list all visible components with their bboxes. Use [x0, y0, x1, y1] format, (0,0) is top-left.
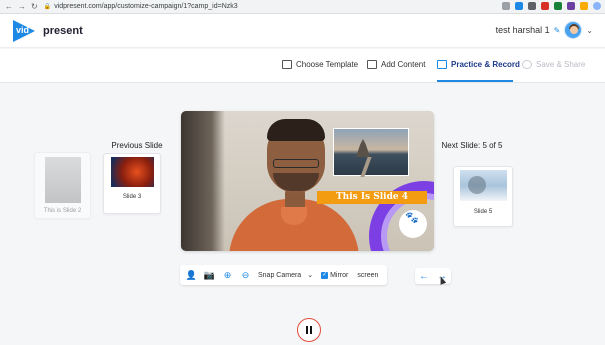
check-icon: ✓	[321, 271, 329, 279]
forward-icon[interactable]: →	[18, 2, 26, 11]
logo-word: present	[43, 25, 83, 37]
pause-recording-button[interactable]	[297, 318, 321, 342]
step-save-share: Save & Share	[522, 60, 585, 69]
camera-select[interactable]: Snap Camera ⌄	[258, 271, 314, 280]
slide-title-banner: This Is Slide 4	[317, 191, 427, 204]
extensions-area	[502, 2, 601, 10]
extension-icon[interactable]	[502, 2, 510, 10]
share-icon	[522, 60, 532, 69]
user-menu[interactable]: test harshal 1 ✎ ⌄	[496, 21, 593, 39]
edit-pencil-icon[interactable]: ✎	[554, 26, 561, 35]
user-icon[interactable]: 👤	[185, 270, 198, 281]
extension-icon[interactable]	[580, 2, 588, 10]
lock-icon: 🔒	[43, 4, 52, 10]
previous-slide-arrow-icon[interactable]: ←	[419, 271, 429, 282]
address-bar[interactable]: 🔒 vidpresent.com/app/customize-campaign/…	[44, 3, 238, 10]
extension-icon[interactable]	[567, 2, 575, 10]
browser-nav: ← → ↻	[0, 2, 38, 11]
slide-2-image	[45, 157, 81, 203]
slide-2-thumb[interactable]: This is Slide 2	[34, 152, 91, 219]
camera-icon[interactable]: 📷	[203, 270, 216, 281]
browser-bar: ← → ↻ 🔒 vidpresent.com/app/customize-cam…	[0, 0, 605, 14]
zoom-in-icon[interactable]: ⊕	[221, 270, 234, 281]
logo-mark: vid	[13, 20, 41, 42]
chat-icon	[437, 60, 447, 69]
extension-icon[interactable]	[515, 2, 523, 10]
url-text: vidpresent.com/app/customize-campaign/1?…	[54, 3, 238, 10]
slide-3-image	[111, 157, 154, 187]
template-icon	[282, 60, 292, 69]
step-choose-template[interactable]: Choose Template	[282, 60, 358, 69]
zoom-out-icon[interactable]: ⊖	[239, 270, 252, 281]
mirror-checkbox[interactable]: ✓ Mirror	[321, 271, 348, 279]
steps-bar: Choose Template Add Content Practice & R…	[0, 49, 605, 83]
back-icon[interactable]: ←	[5, 2, 13, 11]
screen-toggle[interactable]: screen	[357, 272, 378, 279]
profile-icon[interactable]	[593, 2, 601, 10]
add-content-icon	[367, 60, 377, 69]
slide-5-thumb[interactable]: Slide 5	[453, 166, 513, 227]
chevron-down-icon[interactable]: ⌄	[586, 26, 593, 35]
step-practice-record[interactable]: Practice & Record	[437, 60, 520, 69]
camera-preview: 🐾 This Is Slide 4	[181, 111, 434, 251]
previous-slide-label: Previous Slide	[111, 141, 163, 150]
user-name: test harshal 1	[495, 25, 550, 35]
vidpresent-logo[interactable]: vid present	[13, 20, 83, 42]
slide-3-thumb[interactable]: Slide 3	[103, 153, 161, 214]
extension-icon[interactable]	[554, 2, 562, 10]
next-slide-label: Next Slide: 5 of 5	[441, 141, 503, 150]
step-add-content[interactable]: Add Content	[367, 60, 425, 69]
active-step-underline	[437, 80, 513, 82]
extension-icon[interactable]	[528, 2, 536, 10]
slide-5-image	[460, 170, 507, 201]
reload-icon[interactable]: ↻	[31, 2, 38, 11]
avatar[interactable]	[564, 21, 583, 39]
extension-icon[interactable]	[541, 2, 549, 10]
paw-icon: 🐾	[405, 212, 419, 224]
app-header: vid present test harshal 1 ✎ ⌄	[0, 14, 605, 48]
presenter-glasses	[273, 159, 319, 168]
slide-overlay-image	[333, 128, 409, 177]
recording-controls: 👤 📷 ⊕ ⊖ Snap Camera ⌄ ✓ Mirror screen	[180, 265, 387, 285]
chevron-down-icon: ⌄	[307, 272, 314, 279]
